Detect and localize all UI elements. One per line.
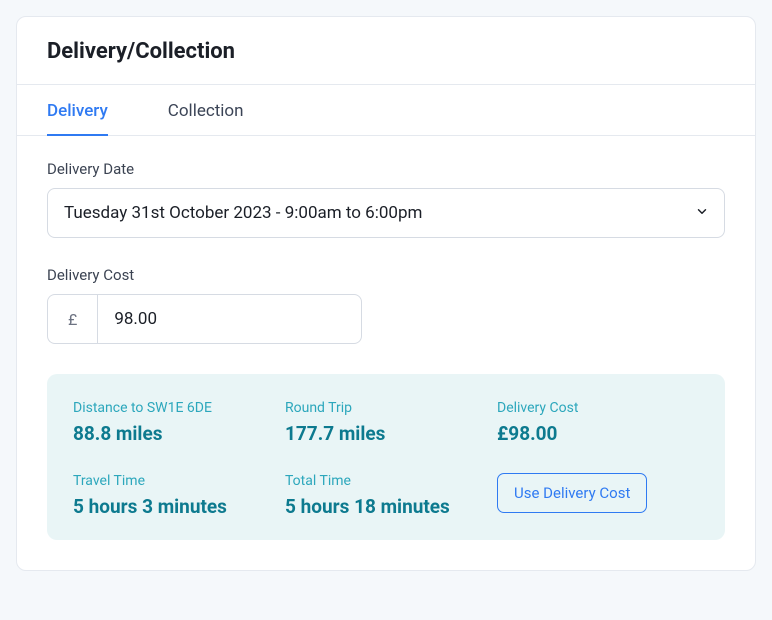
summary-traveltime-value: 5 hours 3 minutes	[73, 495, 275, 518]
delivery-date-label: Delivery Date	[47, 160, 725, 178]
delivery-date-select[interactable]: Tuesday 31st October 2023 - 9:00am to 6:…	[47, 188, 725, 238]
summary-roundtrip-label: Round Trip	[285, 400, 487, 416]
summary-traveltime: Travel Time 5 hours 3 minutes	[73, 473, 275, 518]
summary-distance: Distance to SW1E 6DE 88.8 miles	[73, 400, 275, 445]
summary-delcost: Delivery Cost £98.00	[497, 400, 699, 445]
tab-delivery[interactable]: Delivery	[47, 85, 108, 135]
summary-delcost-value: £98.00	[497, 422, 699, 445]
summary-distance-value: 88.8 miles	[73, 422, 275, 445]
summary-totaltime-value: 5 hours 18 minutes	[285, 495, 487, 518]
delivery-cost-input[interactable]	[97, 294, 362, 344]
delivery-date-select-wrap: Tuesday 31st October 2023 - 9:00am to 6:…	[47, 188, 725, 238]
summary-action: Use Delivery Cost	[497, 473, 699, 513]
summary-delcost-label: Delivery Cost	[497, 400, 699, 416]
summary-panel: Distance to SW1E 6DE 88.8 miles Round Tr…	[47, 374, 725, 540]
tab-collection[interactable]: Collection	[168, 85, 244, 135]
summary-roundtrip: Round Trip 177.7 miles	[285, 400, 487, 445]
summary-traveltime-label: Travel Time	[73, 473, 275, 489]
card-title: Delivery/Collection	[47, 39, 725, 64]
summary-roundtrip-value: 177.7 miles	[285, 422, 487, 445]
summary-totaltime: Total Time 5 hours 18 minutes	[285, 473, 487, 518]
delivery-collection-card: Delivery/Collection Delivery Collection …	[16, 16, 756, 571]
tabs: Delivery Collection	[17, 84, 755, 136]
delivery-cost-row: £	[47, 294, 725, 344]
currency-symbol: £	[47, 294, 97, 344]
use-delivery-cost-button[interactable]: Use Delivery Cost	[497, 473, 647, 513]
card-body: Delivery Date Tuesday 31st October 2023 …	[17, 136, 755, 570]
summary-totaltime-label: Total Time	[285, 473, 487, 489]
delivery-cost-label: Delivery Cost	[47, 266, 725, 284]
card-header: Delivery/Collection	[17, 17, 755, 84]
summary-distance-label: Distance to SW1E 6DE	[73, 400, 275, 416]
